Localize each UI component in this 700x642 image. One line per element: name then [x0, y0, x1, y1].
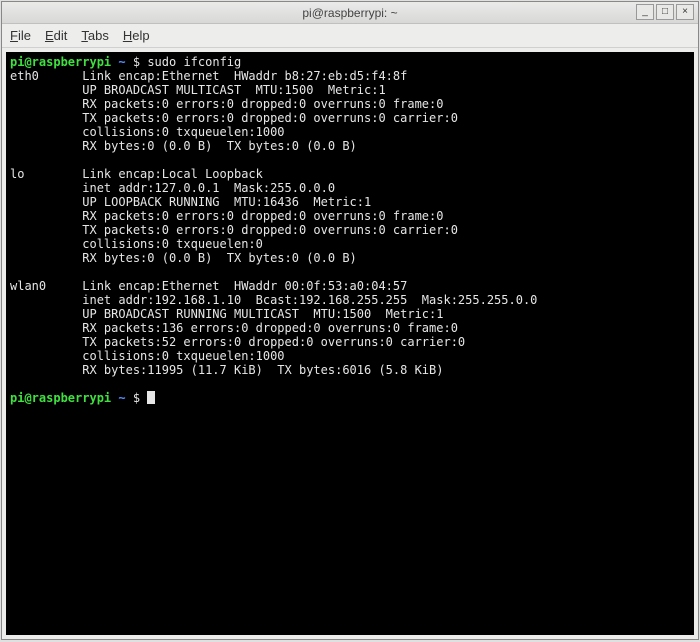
output-line: RX packets:0 errors:0 dropped:0 overruns… — [10, 209, 690, 223]
output-line: UP BROADCAST RUNNING MULTICAST MTU:1500 … — [10, 307, 690, 321]
output-line: TX packets:0 errors:0 dropped:0 overruns… — [10, 223, 690, 237]
terminal-window: pi@raspberrypi: ~ _ □ × File Edit Tabs H… — [1, 1, 699, 640]
output-line: RX bytes:0 (0.0 B) TX bytes:0 (0.0 B) — [10, 139, 690, 153]
output-line: UP LOOPBACK RUNNING MTU:16436 Metric:1 — [10, 195, 690, 209]
prompt-line: pi@raspberrypi ~ $ sudo ifconfig — [10, 55, 690, 69]
maximize-icon: □ — [662, 7, 668, 17]
output-line: inet addr:127.0.0.1 Mask:255.0.0.0 — [10, 181, 690, 195]
menu-edit[interactable]: Edit — [45, 28, 67, 43]
menu-help[interactable]: Help — [123, 28, 150, 43]
output-line: TX packets:0 errors:0 dropped:0 overruns… — [10, 111, 690, 125]
output-blank — [10, 377, 690, 391]
output-line: wlan0 Link encap:Ethernet HWaddr 00:0f:5… — [10, 279, 690, 293]
output-blank — [10, 265, 690, 279]
menu-tabs[interactable]: Tabs — [81, 28, 108, 43]
window-buttons: _ □ × — [636, 4, 694, 20]
close-button[interactable]: × — [676, 4, 694, 20]
minimize-button[interactable]: _ — [636, 4, 654, 20]
output-line: RX packets:0 errors:0 dropped:0 overruns… — [10, 97, 690, 111]
minimize-icon: _ — [642, 7, 648, 17]
output-line: collisions:0 txqueuelen:0 — [10, 237, 690, 251]
window-title: pi@raspberrypi: ~ — [302, 6, 397, 20]
prompt-line: pi@raspberrypi ~ $ — [10, 391, 690, 405]
output-line: TX packets:52 errors:0 dropped:0 overrun… — [10, 335, 690, 349]
output-line: RX bytes:11995 (11.7 KiB) TX bytes:6016 … — [10, 363, 690, 377]
output-line: RX bytes:0 (0.0 B) TX bytes:0 (0.0 B) — [10, 251, 690, 265]
output-blank — [10, 153, 690, 167]
terminal[interactable]: pi@raspberrypi ~ $ sudo ifconfigeth0 Lin… — [6, 52, 694, 635]
output-line: lo Link encap:Local Loopback — [10, 167, 690, 181]
close-icon: × — [682, 7, 688, 17]
maximize-button[interactable]: □ — [656, 4, 674, 20]
output-line: eth0 Link encap:Ethernet HWaddr b8:27:eb… — [10, 69, 690, 83]
output-line: RX packets:136 errors:0 dropped:0 overru… — [10, 321, 690, 335]
terminal-container: pi@raspberrypi ~ $ sudo ifconfigeth0 Lin… — [2, 48, 698, 639]
output-line: collisions:0 txqueuelen:1000 — [10, 349, 690, 363]
output-line: collisions:0 txqueuelen:1000 — [10, 125, 690, 139]
command-text: sudo ifconfig — [147, 55, 241, 69]
output-line: inet addr:192.168.1.10 Bcast:192.168.255… — [10, 293, 690, 307]
titlebar[interactable]: pi@raspberrypi: ~ _ □ × — [2, 2, 698, 24]
menubar: File Edit Tabs Help — [2, 24, 698, 48]
menu-file[interactable]: File — [10, 28, 31, 43]
cursor — [147, 391, 155, 404]
output-line: UP BROADCAST MULTICAST MTU:1500 Metric:1 — [10, 83, 690, 97]
